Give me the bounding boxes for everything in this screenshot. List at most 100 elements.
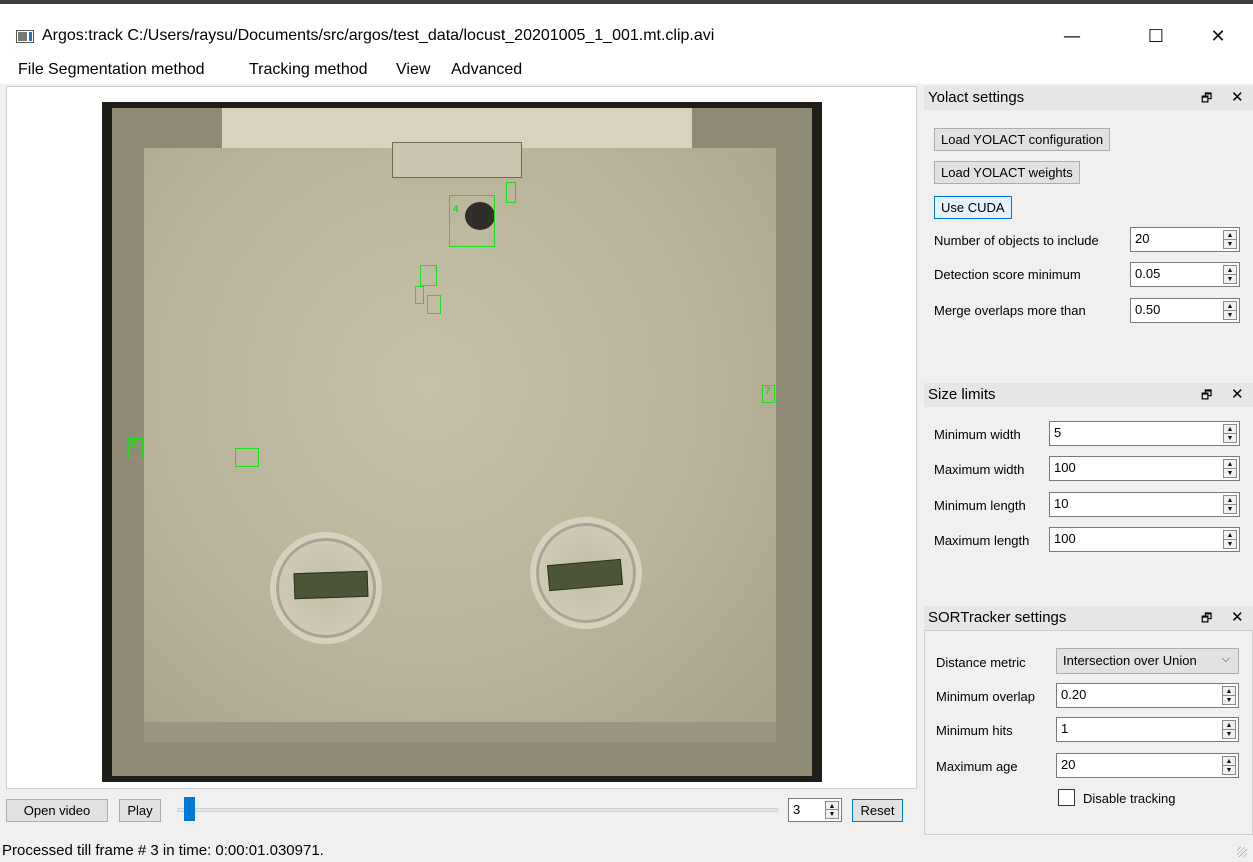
spin-up-icon[interactable]: ▲ (1224, 531, 1236, 540)
spin-down-icon[interactable]: ▼ (1224, 240, 1236, 249)
spin-down-icon[interactable]: ▼ (1224, 469, 1236, 478)
load-yolact-config-button[interactable]: Load YOLACT configuration (934, 128, 1111, 151)
close-icon[interactable]: ✕ (1231, 385, 1244, 403)
spin-arrows[interactable]: ▲ ▼ (1223, 459, 1237, 478)
minimum-overlap-label: Minimum overlap (936, 689, 1035, 704)
minimum-width-label: Minimum width (934, 427, 1021, 442)
disable-tracking-label: Disable tracking (1083, 791, 1176, 806)
detection-box: 7 (762, 385, 775, 403)
spin-down-icon[interactable]: ▼ (1223, 766, 1235, 775)
float-icon[interactable]: 🗗 (1201, 89, 1212, 110)
spin-arrows[interactable]: ▲ ▼ (1222, 756, 1236, 775)
reset-button[interactable]: Reset (852, 799, 903, 822)
detection-box (427, 295, 441, 314)
spin-up-icon[interactable]: ▲ (826, 802, 838, 810)
size-limits-dock-title: Size limits (928, 386, 996, 403)
spin-arrows[interactable]: ▲ ▼ (1223, 495, 1237, 514)
app-icon (16, 30, 34, 43)
maximum-width-spinbox[interactable]: 100 ▲ ▼ (1049, 456, 1240, 481)
spin-down-icon[interactable]: ▼ (1224, 540, 1236, 549)
minimum-overlap-spinbox[interactable]: 0.20 ▲ ▼ (1056, 683, 1239, 708)
load-yolact-weights-button[interactable]: Load YOLACT weights (934, 161, 1080, 184)
spin-up-icon[interactable]: ▲ (1224, 302, 1236, 311)
float-icon[interactable]: 🗗 (1201, 609, 1212, 630)
minimum-hits-value: 1 (1061, 721, 1069, 736)
disable-tracking-checkbox[interactable] (1058, 789, 1075, 806)
distance-metric-dropdown[interactable]: Intersection over Union ⌵ (1056, 648, 1239, 674)
spin-arrows[interactable]: ▲ ▼ (1223, 301, 1237, 320)
spin-down-icon[interactable]: ▼ (1224, 434, 1236, 443)
minimum-hits-label: Minimum hits (936, 723, 1013, 738)
merge-overlaps-spinbox[interactable]: 0.50 ▲ ▼ (1130, 298, 1240, 323)
close-button[interactable]: ✕ (1198, 24, 1238, 50)
spin-down-icon[interactable]: ▼ (1224, 311, 1236, 320)
chevron-down-icon: ⌵ (1221, 652, 1230, 665)
open-video-button[interactable]: Open video (6, 799, 108, 822)
spin-arrows[interactable]: ▲ ▼ (1222, 686, 1236, 705)
menu-tracking-method[interactable]: Tracking method (249, 61, 368, 79)
close-icon[interactable]: ✕ (1231, 608, 1244, 626)
yolact-dock-title-bar[interactable]: Yolact settings 🗗 ✕ (924, 86, 1253, 110)
minimum-width-spinbox[interactable]: 5 ▲ ▼ (1049, 421, 1240, 446)
distance-metric-value: Intersection over Union (1063, 653, 1197, 668)
close-icon[interactable]: ✕ (1231, 88, 1244, 106)
menu-file[interactable]: File (18, 61, 44, 79)
spin-up-icon[interactable]: ▲ (1224, 460, 1236, 469)
objects-to-include-spinbox[interactable]: 20 ▲ ▼ (1130, 227, 1240, 252)
arena-tab (392, 142, 522, 178)
spin-up-icon[interactable]: ▲ (1223, 687, 1235, 696)
frame-spinbox[interactable]: 3 ▲ ▼ (788, 798, 842, 822)
minimum-length-spinbox[interactable]: 10 ▲ ▼ (1049, 492, 1240, 517)
frame-slider-handle[interactable] (184, 797, 195, 821)
maximum-width-value: 100 (1054, 460, 1076, 475)
detection-box (415, 286, 424, 304)
spin-down-icon[interactable]: ▼ (1224, 275, 1236, 284)
use-cuda-button[interactable]: Use CUDA (934, 196, 1012, 219)
resize-grip-icon[interactable] (1237, 847, 1247, 857)
maximum-length-label: Maximum length (934, 533, 1030, 548)
minimum-overlap-value: 0.20 (1061, 687, 1087, 702)
maximize-button[interactable]: ☐ (1136, 24, 1176, 50)
spin-up-icon[interactable]: ▲ (1223, 721, 1235, 730)
spin-arrows[interactable]: ▲ ▼ (1223, 265, 1237, 284)
spin-arrows[interactable]: ▲ ▼ (1223, 530, 1237, 549)
status-bar-text: Processed till frame # 3 in time: 0:00:0… (2, 842, 324, 859)
spin-down-icon[interactable]: ▼ (1224, 505, 1236, 514)
spin-up-icon[interactable]: ▲ (1224, 496, 1236, 505)
menu-segmentation-method[interactable]: Segmentation method (48, 61, 205, 79)
spin-arrows[interactable]: ▲ ▼ (1223, 230, 1237, 249)
play-button[interactable]: Play (119, 799, 161, 822)
spin-up-icon[interactable]: ▲ (1224, 231, 1236, 240)
frame-slider-track[interactable] (177, 808, 778, 812)
menu-view[interactable]: View (396, 61, 430, 79)
sortracker-dock-title-bar[interactable]: SORTracker settings 🗗 ✕ (924, 606, 1253, 630)
maximum-age-spinbox[interactable]: 20 ▲ ▼ (1056, 753, 1239, 778)
minimum-length-value: 10 (1054, 496, 1069, 511)
objects-to-include-value: 20 (1135, 231, 1150, 246)
detection-id: 4 (453, 204, 459, 215)
minimize-button[interactable]: — (1052, 24, 1092, 50)
maximum-length-spinbox[interactable]: 100 ▲ ▼ (1049, 527, 1240, 552)
detection-score-spinbox[interactable]: 0.05 ▲ ▼ (1130, 262, 1240, 287)
detection-box: 8 (128, 438, 143, 458)
spin-down-icon[interactable]: ▼ (1223, 696, 1235, 705)
minimum-width-value: 5 (1054, 425, 1062, 440)
spin-down-icon[interactable]: ▼ (826, 810, 838, 818)
spin-up-icon[interactable]: ▲ (1224, 425, 1236, 434)
float-icon[interactable]: 🗗 (1201, 386, 1212, 407)
yolact-settings-panel: Load YOLACT configuration Load YOLACT we… (924, 110, 1253, 370)
minimum-hits-spinbox[interactable]: 1 ▲ ▼ (1056, 717, 1239, 742)
spin-arrows[interactable]: ▲ ▼ (1223, 424, 1237, 443)
detection-box (506, 182, 516, 203)
spin-up-icon[interactable]: ▲ (1223, 757, 1235, 766)
video-frame[interactable]: 4 7 8 (102, 102, 822, 782)
spin-arrows[interactable]: ▲ ▼ (825, 801, 839, 819)
detection-id: 8 (131, 439, 137, 450)
merge-overlaps-label: Merge overlaps more than (934, 303, 1086, 318)
size-limits-dock-title-bar[interactable]: Size limits 🗗 ✕ (924, 383, 1253, 407)
spin-down-icon[interactable]: ▼ (1223, 730, 1235, 739)
maximum-age-label: Maximum age (936, 759, 1018, 774)
spin-arrows[interactable]: ▲ ▼ (1222, 720, 1236, 739)
menu-advanced[interactable]: Advanced (451, 61, 522, 79)
spin-up-icon[interactable]: ▲ (1224, 266, 1236, 275)
